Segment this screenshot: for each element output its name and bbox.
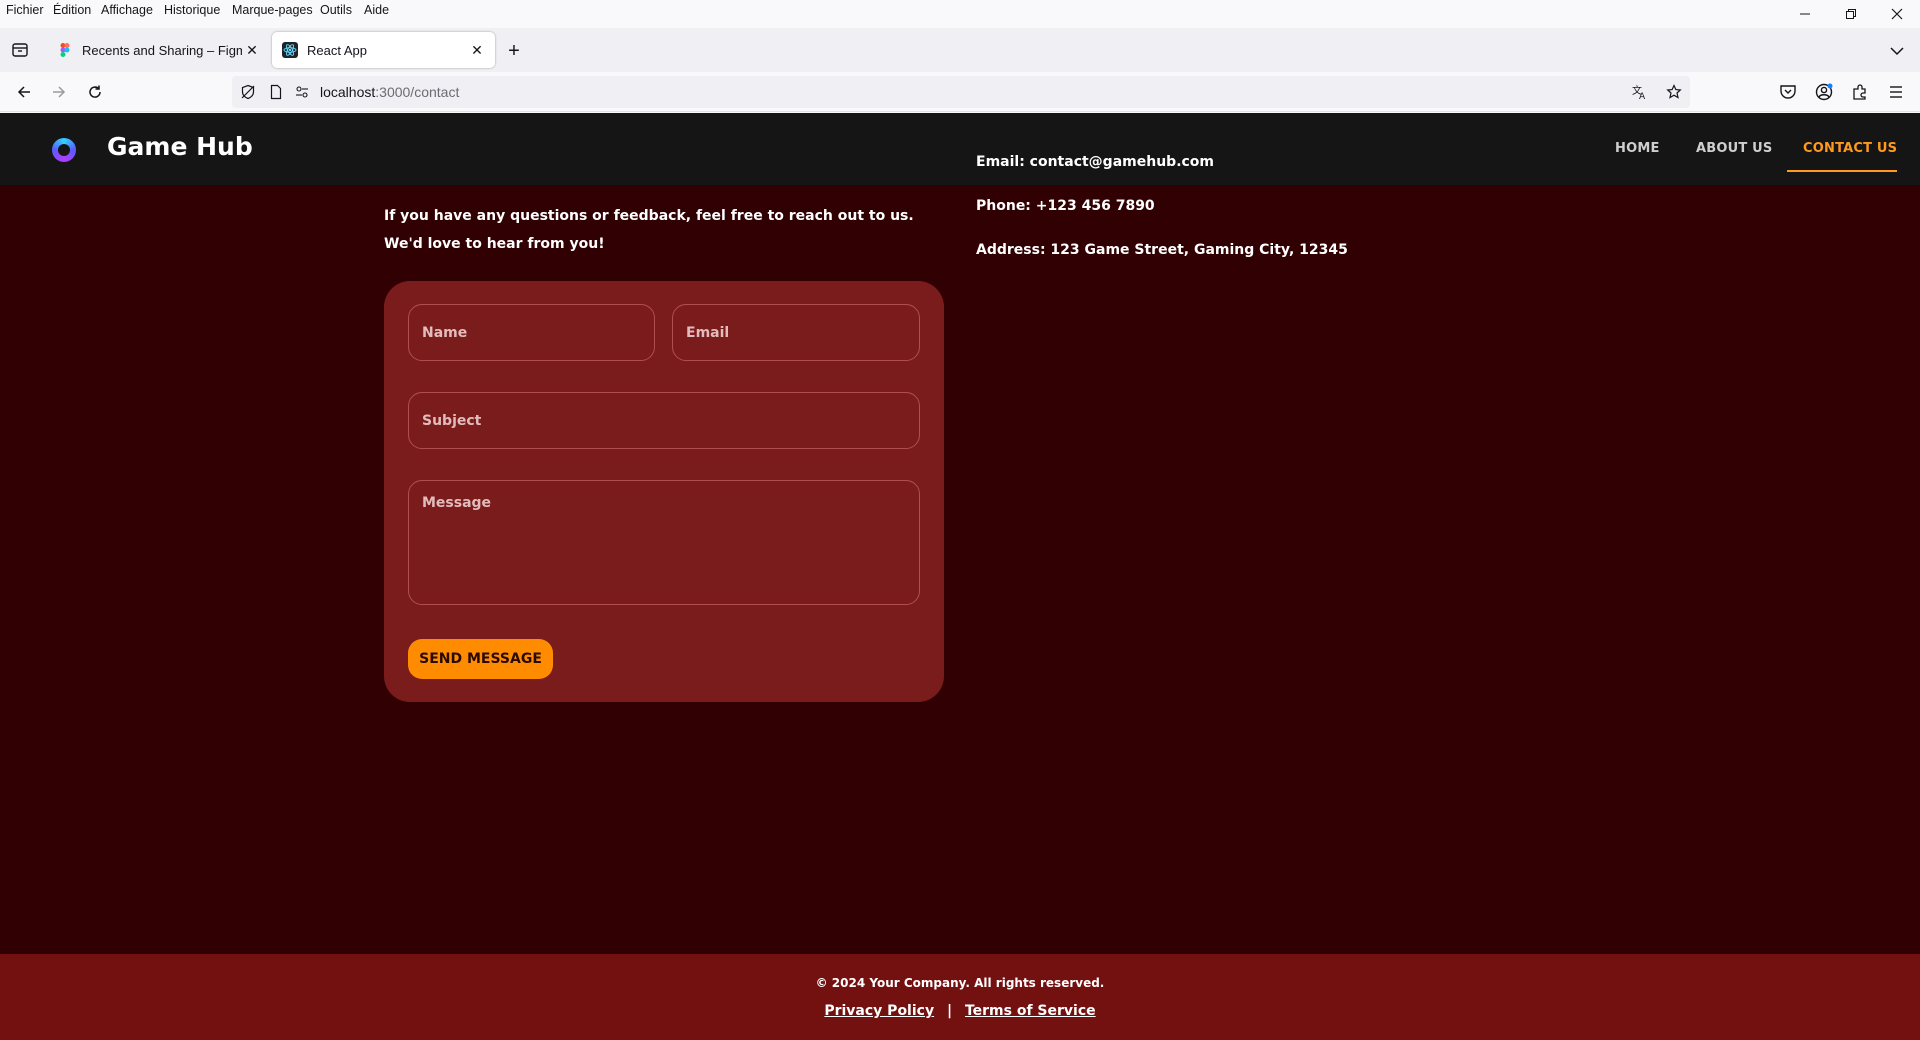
site-header: Game Hub HOME ABOUT US CONTACT US	[0, 113, 1920, 185]
tab-title: Recents and Sharing – Figma	[82, 42, 242, 58]
site-title[interactable]: Game Hub	[107, 132, 253, 161]
tracking-protection-icon[interactable]	[240, 84, 256, 100]
folder-icon	[12, 43, 28, 57]
permissions-icon[interactable]	[294, 84, 310, 100]
restore-icon	[1846, 9, 1856, 19]
close-icon	[1891, 8, 1903, 20]
list-all-tabs-button[interactable]	[1888, 42, 1906, 60]
arrow-right-icon	[53, 86, 66, 98]
reload-button[interactable]	[83, 80, 107, 104]
nav-link-about-us[interactable]: ABOUT US	[1696, 141, 1773, 156]
figma-icon	[57, 42, 73, 58]
active-nav-indicator	[1787, 170, 1897, 172]
menu-fichier[interactable]: Fichier	[6, 3, 44, 17]
tab-react-app[interactable]: React App ✕	[272, 32, 495, 68]
hamburger-menu-icon[interactable]	[1886, 82, 1906, 102]
restore-button[interactable]	[1828, 0, 1874, 28]
url-text[interactable]: localhost:3000/contact	[320, 84, 459, 100]
tab-list-button[interactable]	[10, 40, 30, 60]
contact-form: SEND MESSAGE	[384, 281, 944, 702]
privacy-policy-link[interactable]: Privacy Policy	[824, 1003, 934, 1019]
menu-bar: Fichier Édition Affichage Historique Mar…	[0, 0, 1920, 20]
message-textarea[interactable]	[408, 480, 920, 605]
terms-of-service-link[interactable]: Terms of Service	[965, 1003, 1096, 1019]
logo-icon[interactable]	[52, 138, 76, 162]
svg-text:A: A	[1639, 92, 1646, 100]
contact-email: Email: contact@gamehub.com	[976, 154, 1215, 170]
nav-link-contact-us[interactable]: CONTACT US	[1803, 141, 1897, 156]
footer-separator: |	[946, 1003, 953, 1019]
arrow-left-icon	[17, 86, 30, 98]
navigation-toolbar: localhost:3000/contact 文A	[0, 72, 1920, 112]
plus-icon: +	[508, 39, 520, 62]
menu-affichage[interactable]: Affichage	[101, 3, 153, 17]
forward-button[interactable]	[47, 80, 71, 104]
menu-aide[interactable]: Aide	[364, 3, 389, 17]
menu-edition[interactable]: Édition	[53, 3, 91, 17]
page-viewport: Game Hub HOME ABOUT US CONTACT US If you…	[0, 113, 1920, 1040]
tab-strip: Recents and Sharing – Figma ✕ React App …	[0, 28, 1920, 72]
menu-outils[interactable]: Outils	[320, 3, 352, 17]
send-message-button[interactable]: SEND MESSAGE	[408, 639, 553, 679]
email-input[interactable]	[672, 304, 920, 361]
close-window-button[interactable]	[1874, 0, 1920, 28]
nav-link-home[interactable]: HOME	[1615, 141, 1660, 156]
tab-figma[interactable]: Recents and Sharing – Figma ✕	[47, 32, 270, 68]
subject-input[interactable]	[408, 392, 920, 449]
pocket-icon[interactable]	[1778, 82, 1798, 102]
footer-links: Privacy Policy | Terms of Service	[0, 1003, 1920, 1019]
tab-close-icon[interactable]: ✕	[242, 40, 262, 60]
back-button[interactable]	[12, 80, 36, 104]
name-input[interactable]	[408, 304, 655, 361]
reload-icon	[89, 85, 101, 98]
contact-intro: If you have any questions or feedback, f…	[384, 208, 914, 252]
react-icon	[282, 42, 298, 58]
minimize-button[interactable]	[1782, 0, 1828, 28]
page-icon[interactable]	[268, 84, 284, 100]
chevron-down-icon	[1890, 47, 1904, 56]
bookmark-star-icon[interactable]	[1666, 84, 1682, 100]
account-icon[interactable]	[1814, 82, 1834, 102]
extensions-icon[interactable]	[1850, 82, 1870, 102]
new-tab-button[interactable]: +	[503, 40, 525, 62]
contact-address: Address: 123 Game Street, Gaming City, 1…	[976, 242, 1348, 258]
address-bar[interactable]: localhost:3000/contact 文A	[232, 76, 1690, 108]
menu-historique[interactable]: Historique	[164, 3, 220, 17]
copyright-text: © 2024 Your Company. All rights reserved…	[815, 976, 1105, 990]
contact-phone: Phone: +123 456 7890	[976, 198, 1155, 214]
tab-close-icon[interactable]: ✕	[467, 40, 487, 60]
minimize-icon	[1800, 13, 1810, 15]
site-footer: © 2024 Your Company. All rights reserved…	[0, 954, 1920, 1040]
tab-title: React App	[307, 42, 367, 58]
translate-icon[interactable]: 文A	[1632, 84, 1648, 100]
menu-marque-pages[interactable]: Marque-pages	[232, 3, 313, 17]
